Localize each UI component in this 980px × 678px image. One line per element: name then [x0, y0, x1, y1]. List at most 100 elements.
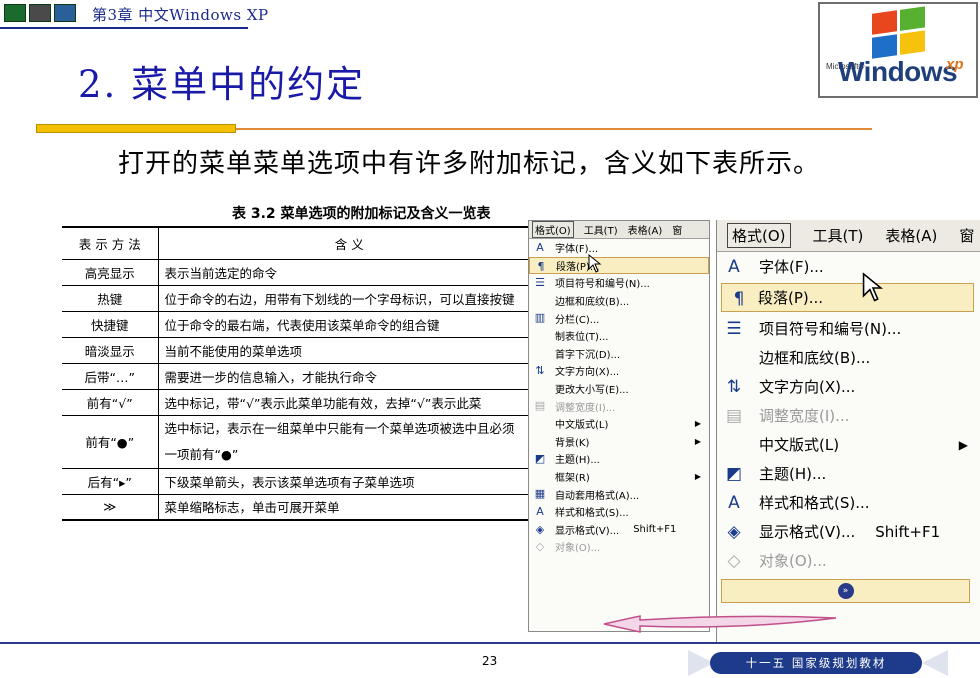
cell-line: 选中标记，表示在一组菜单中只能有一个菜单选项被选中且必须 — [164, 420, 515, 436]
menu-item-label: 中文版式(L) — [759, 436, 840, 454]
menu-item-label: 首字下沉(D)... — [555, 349, 621, 361]
menu-item-label: 文字方向(X)... — [555, 367, 620, 379]
footer-rule — [0, 642, 980, 644]
chapter-icons — [4, 4, 76, 22]
table-caption: 表 3.2 菜单选项的附加标记及含义一览表 — [232, 206, 491, 222]
table-row: 后有“▸” 下级菜单箭头，表示该菜单选项有子菜单选项 — [62, 467, 540, 494]
menu-item-change-case[interactable]: 更改大小写(E)... — [529, 380, 709, 398]
menu-item-reveal-formatting[interactable]: ◈ 显示格式(V)... Shift+F1 — [717, 517, 980, 546]
annotation-arrow-icon — [603, 615, 837, 633]
menu-item-paragraph[interactable]: ¶ 段落(P)... — [529, 256, 709, 275]
menu-item-columns[interactable]: ▥ 分栏(C)... — [529, 309, 709, 327]
menu-item-reveal-formatting[interactable]: ◈ 显示格式(V)... Shift+F1 — [529, 521, 709, 539]
menu-item-text-direction[interactable]: ⇅ 文字方向(X)... — [717, 372, 980, 401]
bullets-icon: ☰ — [535, 276, 545, 290]
menu-item-label: 主题(H)... — [555, 455, 600, 467]
cell-line: 一项前有“●” — [164, 446, 239, 462]
menu-item-background[interactable]: 背景(K) ▶ — [529, 433, 709, 451]
paragraph-icon: ¶ — [733, 289, 745, 309]
autoformat-icon: ▦ — [534, 487, 546, 501]
cell-meaning: 位于命令的右边，用带有下划线的一个字母标识，可以直接按键 — [158, 284, 540, 311]
header-rule — [0, 27, 248, 29]
menu-item-label: 更改大小写(E)... — [555, 385, 629, 397]
menu-item-borders[interactable]: 边框和底纹(B)... — [529, 292, 709, 310]
cell-method: 高亮显示 — [62, 258, 159, 285]
mouse-cursor-icon — [862, 272, 884, 302]
badge-right-arrow-icon — [922, 650, 948, 676]
cell-meaning: 当前不能使用的菜单选项 — [158, 336, 540, 363]
format-menu-short: 格式(O) 工具(T) 表格(A) 窗 A 字体(F)... ¶ 段落(P)... … — [716, 220, 980, 644]
page-number: 23 — [482, 654, 498, 668]
textbook-badge: 十一五 国家级规划教材 — [688, 650, 956, 676]
styles-icon: A — [728, 493, 740, 513]
menu-table[interactable]: 表格(A) — [628, 222, 663, 237]
menu-item-fit-width: ▤ 调整宽度(I)... — [717, 401, 980, 430]
submenu-arrow-icon: ▶ — [694, 419, 701, 429]
cell-meaning: 需要进一步的信息输入，才能执行命令 — [158, 362, 540, 389]
menu-item-asian-layout[interactable]: 中文版式(L) ▶ — [717, 430, 980, 459]
menu-item-label: 项目符号和编号(N)... — [759, 320, 902, 338]
menu-item-autoformat[interactable]: ▦ 自动套用格式(A)... — [529, 485, 709, 503]
menu-bar: 格式(O) 工具(T) 表格(A) 窗 — [529, 221, 709, 239]
table-row: ≫ 菜单缩略标志，单击可展开菜单 — [62, 493, 540, 521]
menu-item-label: 边框和底纹(B)... — [759, 349, 871, 367]
menu-item-label: 段落(P)... — [758, 289, 824, 307]
menu-item-bullets[interactable]: ☰ 项目符号和编号(N)... — [529, 274, 709, 292]
menu-item-borders[interactable]: 边框和底纹(B)... — [717, 343, 980, 372]
menu-item-label: 对象(O)... — [555, 543, 601, 555]
menu-item-label: 显示格式(V)... — [759, 523, 856, 541]
format-menu-full: 格式(O) 工具(T) 表格(A) 窗 A 字体(F)... ¶ 段落(P)... … — [528, 220, 710, 632]
menu-item-dropcap[interactable]: 首字下沉(D)... — [529, 345, 709, 363]
menu-item-theme[interactable]: ◩ 主题(H)... — [717, 459, 980, 488]
logo-xp: xp — [946, 56, 964, 73]
menu-expand-button[interactable]: » — [721, 579, 970, 603]
font-icon: A — [728, 257, 740, 277]
menu-item-theme[interactable]: ◩ 主题(H)... — [529, 450, 709, 468]
book-icon — [29, 4, 51, 22]
markers-table: 表 示 方 法 含 义 高亮显示 表示当前选定的命令 热键 位于命令的右边，用带有下… — [62, 226, 540, 521]
menu-item-label: 背景(K) — [555, 437, 590, 449]
menu-item-shortcut: Shift+F1 — [875, 522, 941, 541]
table-row: 热键 位于命令的右边，用带有下划线的一个字母标识，可以直接按键 — [62, 284, 540, 311]
menu-item-label: 制表位(T)... — [555, 332, 609, 344]
menu-window[interactable]: 窗 — [959, 225, 974, 246]
fit-width-icon: ▤ — [534, 399, 546, 413]
menu-window[interactable]: 窗 — [672, 222, 682, 237]
text-direction-icon: ⇅ — [535, 364, 545, 378]
cell-method: 前有“●” — [62, 414, 159, 468]
menu-item-styles[interactable]: A 样式和格式(S)... — [717, 488, 980, 517]
menu-format[interactable]: 格式(O) — [727, 223, 791, 248]
menu-item-label: 显示格式(V)... — [555, 525, 620, 537]
menu-table[interactable]: 表格(A) — [885, 225, 937, 246]
menu-item-asian-layout[interactable]: 中文版式(L) ▶ — [529, 415, 709, 433]
cell-meaning: 表示当前选定的命令 — [158, 258, 540, 285]
cell-meaning: 下级菜单箭头，表示该菜单选项有子菜单选项 — [158, 467, 540, 494]
slide-subtitle: 打开的菜单菜单选项中有许多附加标记，含义如下表所示。 — [118, 149, 821, 179]
accent-bar — [36, 124, 236, 133]
menu-item-font[interactable]: A 字体(F)... — [529, 239, 709, 257]
menu-item-label: 字体(F)... — [759, 258, 824, 276]
menu-tools[interactable]: 工具(T) — [813, 225, 864, 246]
menu-item-font[interactable]: A 字体(F)... — [717, 252, 980, 281]
menu-item-styles[interactable]: A 样式和格式(S)... — [529, 503, 709, 521]
menu-item-bullets[interactable]: ☰ 项目符号和编号(N)... — [717, 314, 980, 343]
cell-meaning: 位于命令的最右端，代表使用该菜单命令的组合键 — [158, 310, 540, 337]
cell-meaning: 菜单缩略标志，单击可展开菜单 — [158, 493, 540, 521]
menu-item-label: 边框和底纹(B)... — [555, 297, 630, 309]
reveal-formatting-icon: ◈ — [727, 522, 741, 542]
mouse-cursor-icon — [588, 254, 602, 273]
menu-item-paragraph[interactable]: ¶ 段落(P)... — [721, 283, 974, 312]
menu-item-text-direction[interactable]: ⇅ 文字方向(X)... — [529, 362, 709, 380]
col-header: 表 示 方 法 — [62, 226, 159, 259]
reveal-formatting-icon: ◈ — [535, 522, 545, 536]
menu-tools[interactable]: 工具(T) — [584, 222, 618, 237]
object-icon: ◇ — [535, 540, 545, 554]
menu-format[interactable]: 格式(O) — [532, 221, 574, 238]
table-row: 高亮显示 表示当前选定的命令 — [62, 258, 540, 285]
styles-icon: A — [536, 504, 544, 518]
divider-line — [236, 128, 872, 130]
menu-item-tabs[interactable]: 制表位(T)... — [529, 327, 709, 345]
cell-method: 后带“…” — [62, 362, 159, 389]
menu-item-frames[interactable]: 框架(R) ▶ — [529, 468, 709, 486]
col-header: 含 义 — [158, 226, 540, 259]
